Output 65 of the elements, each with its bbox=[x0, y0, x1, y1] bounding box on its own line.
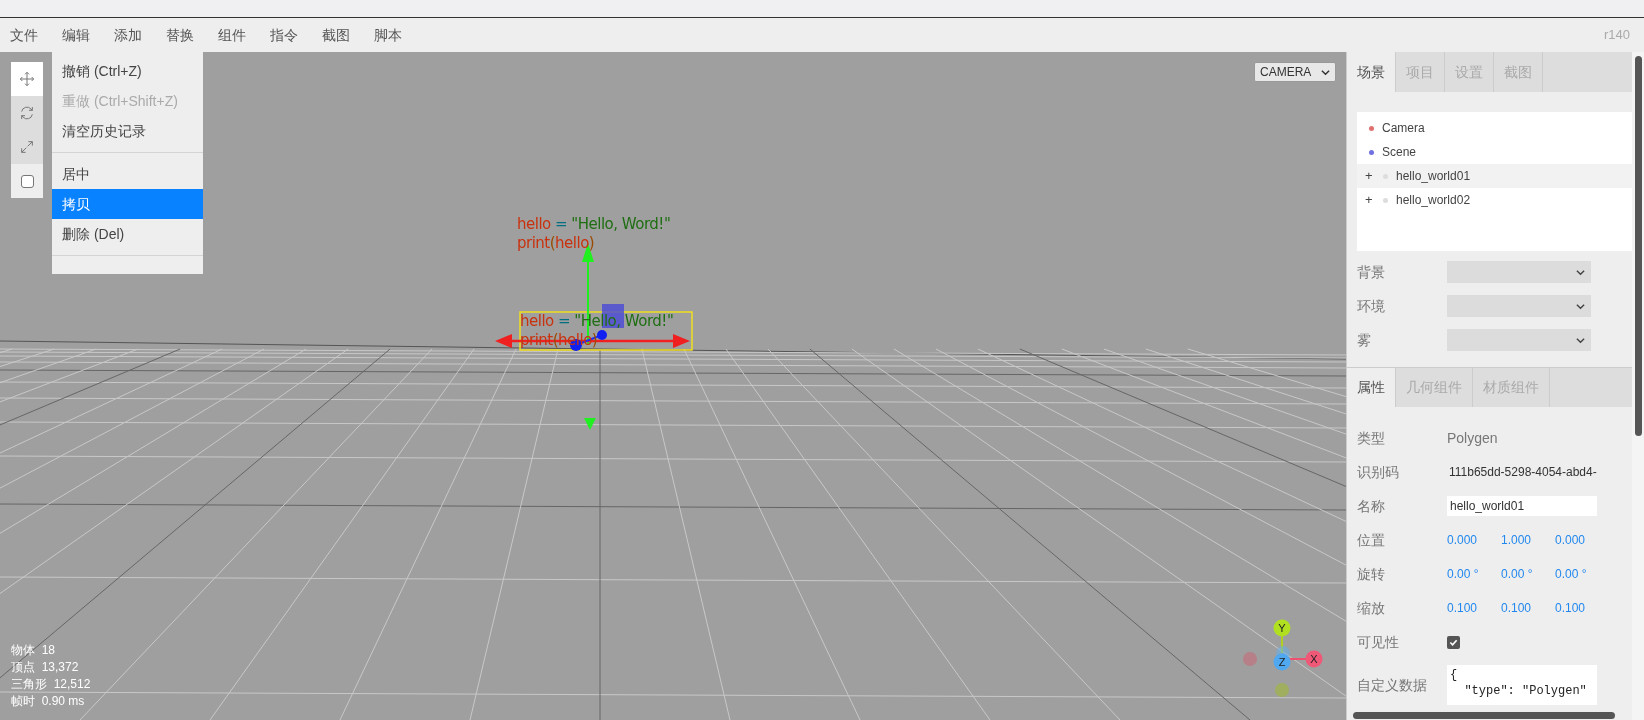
select-field[interactable] bbox=[1447, 295, 1591, 317]
check-icon bbox=[1449, 637, 1458, 647]
visible-checkbox[interactable] bbox=[1447, 635, 1460, 649]
scrollbar-thumb[interactable] bbox=[1353, 712, 1615, 719]
menu-item[interactable]: 添加 bbox=[104, 24, 156, 46]
property-label: 旋转 bbox=[1357, 564, 1386, 584]
menu-option[interactable]: 删除 (Del) bbox=[52, 219, 203, 249]
move-icon bbox=[19, 71, 35, 87]
property-value: Polygen bbox=[1447, 428, 1498, 448]
select-field[interactable] bbox=[1447, 329, 1591, 351]
menu-item[interactable]: 编辑 bbox=[52, 24, 104, 46]
select-field[interactable] bbox=[1447, 261, 1591, 283]
setting-label: 雾 bbox=[1357, 330, 1372, 350]
stat-text: 三角形 12,512 bbox=[11, 676, 91, 693]
menu-option[interactable]: 居中 bbox=[52, 159, 203, 189]
axis-helper-drawing: Y Z X bbox=[1180, 588, 1326, 702]
property-label: 类型 bbox=[1357, 428, 1386, 448]
expand-toggle[interactable]: + bbox=[1365, 166, 1379, 186]
property-label: 位置 bbox=[1357, 530, 1386, 550]
menu-option[interactable]: 拷贝 bbox=[52, 189, 203, 219]
chevron-down-icon bbox=[1576, 267, 1585, 277]
property-label: 名称 bbox=[1357, 496, 1386, 516]
menu-item[interactable]: 替换 bbox=[156, 24, 208, 46]
menu-option[interactable]: 清空历史记录 bbox=[52, 116, 203, 146]
menu-item[interactable]: 脚本 bbox=[364, 24, 416, 46]
version-label: r140 bbox=[1603, 26, 1630, 45]
rotate-icon bbox=[19, 105, 35, 121]
code-line: print(hello) bbox=[517, 234, 596, 253]
outliner-row[interactable]: Scene bbox=[1357, 140, 1634, 164]
local-checkbox[interactable] bbox=[20, 174, 34, 188]
chevron-down-icon bbox=[1576, 335, 1585, 345]
code-line: hello = "Hello, Word!" bbox=[517, 215, 671, 234]
chevron-down-icon bbox=[1576, 301, 1585, 311]
chevron-down-icon bbox=[1321, 67, 1330, 77]
name-input[interactable]: hello_world01 bbox=[1447, 496, 1597, 516]
tool-button[interactable] bbox=[11, 62, 43, 96]
menu-item[interactable]: 指令 bbox=[260, 24, 312, 46]
menu-option[interactable]: 撤销 (Ctrl+Z) bbox=[52, 56, 203, 86]
panel-tab[interactable]: 场景 bbox=[1347, 52, 1396, 92]
expand-toggle[interactable]: + bbox=[1365, 190, 1379, 210]
property-label: 缩放 bbox=[1357, 598, 1386, 618]
outliner-label: Camera bbox=[1382, 120, 1425, 137]
menu-item[interactable]: 组件 bbox=[208, 24, 260, 46]
stat-text: 顶点 13,372 bbox=[11, 659, 80, 676]
stat-text: 帧时 0.90 ms bbox=[11, 693, 86, 710]
outliner-row[interactable]: + hello_world02 bbox=[1357, 188, 1634, 212]
setting-label: 背景 bbox=[1357, 262, 1386, 282]
custom-data-textarea[interactable]: { "type": "Polygen" bbox=[1447, 665, 1597, 705]
outliner-label: hello_world02 bbox=[1396, 192, 1471, 209]
outliner-label: hello_world01 bbox=[1396, 168, 1471, 185]
setting-label: 环境 bbox=[1357, 296, 1386, 316]
outliner-row[interactable]: Camera bbox=[1357, 116, 1634, 140]
menu-item[interactable]: 截图 bbox=[312, 24, 364, 46]
panel-tab[interactable]: 属性 bbox=[1347, 368, 1396, 407]
menu-item[interactable]: 文件 bbox=[0, 24, 52, 46]
scrollbar-thumb[interactable] bbox=[1634, 56, 1642, 436]
scale-icon bbox=[19, 139, 35, 155]
outliner-label: Scene bbox=[1382, 144, 1417, 161]
property-label: 自定义数据 bbox=[1357, 675, 1428, 695]
stat-text: 物体 18 bbox=[11, 642, 56, 659]
property-label: 可见性 bbox=[1357, 632, 1400, 652]
property-label: 识别码 bbox=[1357, 462, 1400, 482]
property-value: 111b65dd-5298-4054-abd4- bbox=[1448, 464, 1597, 481]
outliner-row[interactable]: + hello_world01 bbox=[1357, 164, 1634, 188]
camera-select[interactable]: CAMERA bbox=[1254, 62, 1336, 82]
